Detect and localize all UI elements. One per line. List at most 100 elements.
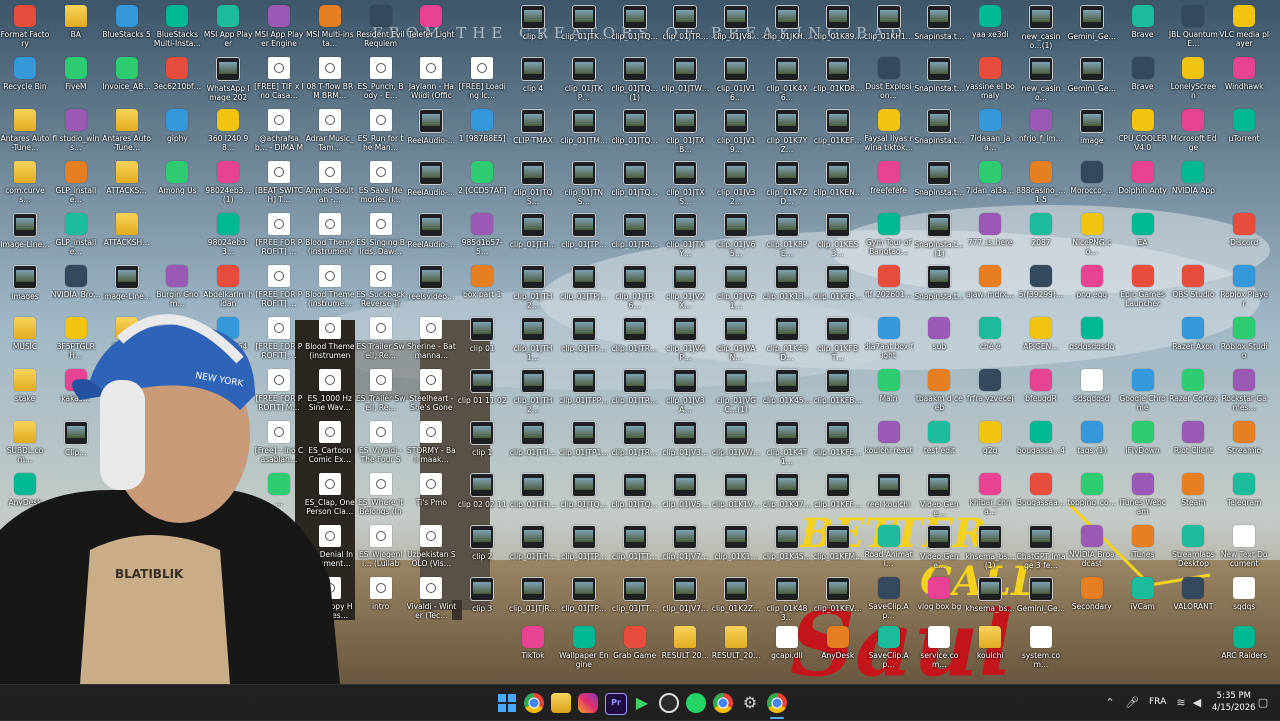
desktop-icon[interactable]: 2 [CCD57AF] xyxy=(458,159,506,211)
desktop-icon[interactable]: reelsvideo… xyxy=(407,263,455,315)
desktop-icon[interactable]: freefefefe xyxy=(865,159,913,211)
desktop-icon[interactable]: clip_01JTPJ… xyxy=(560,263,608,315)
desktop-icon[interactable]: clip_01K7YZ… xyxy=(763,107,811,159)
desktop-icon[interactable]: VALORANT xyxy=(1169,575,1217,627)
desktop-icon[interactable]: [FREE] Loading Ic… xyxy=(458,55,506,107)
desktop-icon[interactable]: CLIP TMAX xyxy=(509,107,557,159)
desktop-icon[interactable]: Snapinsta.t…(1) xyxy=(914,211,964,263)
desktop-icon[interactable]: Razer Axon xyxy=(1169,315,1217,367)
desktop-icon[interactable]: giphy xyxy=(153,107,201,159)
desktop-icon[interactable]: clip_01JTP… xyxy=(560,315,608,367)
wifi-icon[interactable]: ≋ xyxy=(1174,696,1188,710)
desktop-icon[interactable]: clip_01KFM… xyxy=(813,523,863,575)
desktop-icon[interactable]: Rockstar Games… xyxy=(1220,367,1268,419)
desktop-icon[interactable]: iVCam xyxy=(1119,575,1167,627)
notification-icon[interactable]: ▢ xyxy=(1256,696,1270,710)
desktop-icon[interactable]: clip_01JV61… xyxy=(712,263,760,315)
desktop-icon[interactable]: APIGEN… xyxy=(1017,315,1065,367)
desktop-icon[interactable]: clip_01JTR… xyxy=(611,211,659,263)
desktop-icon[interactable]: RESULT_20… xyxy=(712,624,761,676)
desktop-icon[interactable]: Ti's Pmo xyxy=(407,471,455,523)
desktop-icon[interactable]: Vivaldi - Winter (Tec… xyxy=(407,575,456,627)
desktop-icon[interactable]: ES Trailer Swell, Re… xyxy=(357,315,405,367)
desktop-icon[interactable]: clip_01JV2X… xyxy=(661,263,709,315)
desktop-icon[interactable]: clip_01K8PE… xyxy=(763,211,811,263)
desktop-icon[interactable]: clip_01JV65… xyxy=(712,211,760,263)
premiere-pro-taskbar-icon[interactable]: Pr xyxy=(605,693,627,715)
desktop-icon[interactable]: 1 [987B8E5] xyxy=(458,107,506,159)
desktop-icon[interactable]: clip_01JTM… xyxy=(560,107,608,159)
desktop-icon[interactable]: clip_01JV8… xyxy=(712,3,760,55)
desktop-icon[interactable]: ATTACKSH… xyxy=(103,211,151,263)
desktop-icon[interactable]: clip_01JV32… xyxy=(712,159,760,211)
desktop-icon[interactable]: Bougassaa… xyxy=(1017,471,1065,523)
desktop-icon[interactable]: service.com… xyxy=(915,624,963,676)
desktop-icon[interactable]: clip_01JTH… xyxy=(509,523,557,575)
chrome-alt-taskbar-icon[interactable] xyxy=(713,693,733,713)
desktop-icon[interactable]: clip_01K4T1… xyxy=(763,419,811,471)
desktop-icon[interactable]: bfeugdR xyxy=(1017,367,1065,419)
desktop-icon[interactable]: fl studio_wins… xyxy=(52,107,100,159)
desktop-icon[interactable]: Format Factory xyxy=(1,3,49,55)
desktop-icon[interactable]: Snapinsta.t… xyxy=(914,263,964,315)
desktop-icon[interactable]: CPU COOLER V4.0 xyxy=(1118,107,1167,159)
desktop-icon[interactable]: 08 T-flow BRM BRM… xyxy=(306,55,354,107)
chrome-active-taskbar-icon[interactable] xyxy=(767,693,787,713)
desktop-icon[interactable]: Grab Game xyxy=(611,624,659,676)
desktop-icon[interactable]: clip_01K483… xyxy=(763,575,811,627)
desktop-icon[interactable]: clip 3 xyxy=(458,575,506,627)
desktop-icon[interactable]: ReelAudio-… xyxy=(407,211,455,263)
desktop-icon[interactable]: tbaakm d ceeb xyxy=(915,367,963,419)
desktop-icon[interactable]: clip_01K45… xyxy=(763,367,811,419)
desktop-icon[interactable]: clip_01JTP1… xyxy=(559,419,609,471)
desktop-icon[interactable]: Snapinsta.t… xyxy=(914,159,964,211)
desktop-icon[interactable]: sqdqs xyxy=(1220,575,1268,627)
desktop-icon[interactable]: fif_202601… xyxy=(865,263,913,315)
desktop-icon[interactable]: ES_Wiegenli… (Lullaby)… xyxy=(357,523,405,575)
desktop-icon[interactable]: Wallpaper Engine xyxy=(559,624,609,676)
desktop-icon[interactable]: clip_01K4S… xyxy=(763,523,811,575)
desktop-icon[interactable]: yaa xe3di xyxy=(966,3,1014,55)
desktop-icon[interactable]: khsema_bs…(1) xyxy=(965,523,1015,575)
desktop-icon[interactable]: clip_01KD8… xyxy=(813,55,862,107)
desktop-icon[interactable]: Gemini_Ge… xyxy=(1068,55,1116,107)
desktop-icon[interactable]: clip_01KFF… xyxy=(814,471,862,523)
desktop-icon[interactable]: clip_01K47… xyxy=(763,471,811,523)
desktop-icon[interactable]: clip_01JVGC…(1) xyxy=(712,367,760,419)
desktop-icon[interactable]: 98024eb3…(1) xyxy=(204,159,252,211)
desktop-icon[interactable]: clip_01K43D… xyxy=(763,315,811,367)
desktop-icon[interactable]: clip_01JTP… xyxy=(560,211,608,263)
desktop-icon[interactable]: Gemini_Ge… xyxy=(1068,3,1116,55)
desktop-icon[interactable]: GLP_installe… xyxy=(52,159,100,211)
desktop-icon[interactable]: test edit xyxy=(915,419,963,471)
desktop-icon[interactable]: clip_01JVW… xyxy=(712,419,760,471)
clock[interactable]: 5:35 PM 4/15/2026 xyxy=(1212,690,1256,714)
desktop-icon[interactable]: clip_01JTR… xyxy=(611,315,659,367)
desktop-icon[interactable]: clip_01JTQ…(1) xyxy=(611,55,659,107)
start-button[interactable] xyxy=(497,693,517,713)
desktop-icon[interactable]: WhatsApp Image 2026… xyxy=(204,55,252,107)
desktop-icon[interactable]: Google Chrome xyxy=(1119,367,1167,419)
desktop-icon[interactable]: new_casino…(1) xyxy=(1017,3,1065,55)
desktop-icon[interactable]: Steelheart - She's Gone xyxy=(407,367,455,419)
desktop-icon[interactable]: Snapinsta.t… xyxy=(914,107,964,159)
desktop-icon[interactable]: clip_01JTJR… xyxy=(509,575,557,627)
desktop-icon[interactable]: clip_01JTPP… xyxy=(559,367,609,419)
desktop-icon[interactable]: RESULT 20… xyxy=(661,624,709,676)
desktop-icon[interactable]: ReelAudio-… xyxy=(407,107,455,159)
desktop-icon[interactable]: BlueStacks 5 xyxy=(102,3,151,55)
desktop-icon[interactable]: iTunes Webcam xyxy=(1119,471,1167,523)
desktop-icon[interactable]: BA xyxy=(52,3,100,55)
desktop-icon[interactable]: Steam xyxy=(1169,471,1217,523)
desktop-icon[interactable]: ES_Where It Belongs (Ins… xyxy=(357,471,405,523)
desktop-icon[interactable]: clip_01JTH… xyxy=(509,471,557,523)
desktop-icon[interactable]: clip_01JTT… xyxy=(611,523,659,575)
desktop-icon[interactable]: clip_01KES3… xyxy=(814,211,862,263)
desktop-icon[interactable]: Streamio xyxy=(1220,419,1268,471)
desktop-icon[interactable]: qsdqsdqsdq xyxy=(1068,315,1116,367)
desktop-icon[interactable]: clip_01JTH2… xyxy=(509,367,557,419)
desktop-icon[interactable]: FiveM xyxy=(52,55,100,107)
desktop-icon[interactable]: iFlyDown xyxy=(1119,419,1167,471)
desktop-icon[interactable]: Video Gene… xyxy=(915,523,963,575)
desktop-icon[interactable]: JBL QuantumE… xyxy=(1169,3,1218,55)
